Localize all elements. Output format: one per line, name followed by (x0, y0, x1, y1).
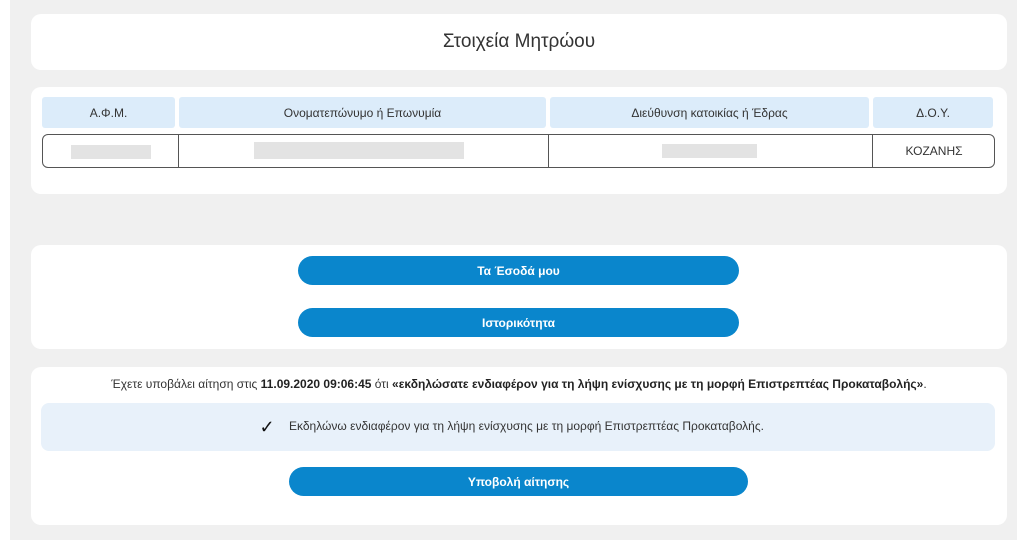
title-card: Στοιχεία Μητρώου (31, 14, 1007, 70)
actions-card: Τα Έσοδά μου Ιστορικότητα (31, 245, 1007, 349)
my-income-button[interactable]: Τα Έσοδά μου (298, 256, 739, 285)
declaration-checkbox[interactable]: ✓ (258, 418, 276, 436)
notice-suffix: . (923, 377, 927, 391)
notice-declaration: «εκδηλώσατε ενδιαφέρον για τη λήψη ενίσχ… (392, 377, 924, 391)
column-divider (548, 135, 549, 167)
column-header-afm: Α.Φ.Μ. (42, 97, 175, 128)
history-button[interactable]: Ιστορικότητα (298, 308, 739, 337)
notice-middle: ότι (374, 377, 389, 391)
declaration-box: ✓ Εκδηλώνω ενδιαφέρον για τη λήψη ενίσχυ… (41, 403, 995, 451)
column-header-doy: Δ.Ο.Υ. (873, 97, 993, 128)
notice-prefix: Έχετε υποβάλει αίτηση στις (111, 377, 258, 391)
submission-notice: Έχετε υποβάλει αίτηση στις 11.09.2020 09… (31, 377, 1007, 391)
redacted-afm (71, 145, 151, 159)
page-title: Στοιχεία Μητρώου (442, 31, 596, 52)
column-divider (178, 135, 179, 167)
application-card: Έχετε υποβάλει αίτηση στις 11.09.2020 09… (31, 367, 1007, 525)
declaration-label: Εκδηλώνω ενδιαφέρον για τη λήψη ενίσχυση… (289, 419, 764, 433)
notice-datetime: 11.09.2020 09:06:45 (260, 377, 372, 391)
redacted-name (254, 142, 464, 159)
registry-card: Α.Φ.Μ. Ονοματεπώνυμο ή Επωνυμία Διεύθυνσ… (31, 87, 1007, 194)
redacted-address (662, 144, 757, 158)
submit-application-button[interactable]: Υποβολή αίτησης (289, 467, 748, 496)
table-row: ΚΟΖΑΝΗΣ (42, 134, 995, 168)
doy-cell: ΚΟΖΑΝΗΣ (905, 144, 963, 158)
column-header-address: Διεύθυνση κατοικίας ή Έδρας (550, 97, 869, 128)
column-header-name: Ονοματεπώνυμο ή Επωνυμία (179, 97, 546, 128)
